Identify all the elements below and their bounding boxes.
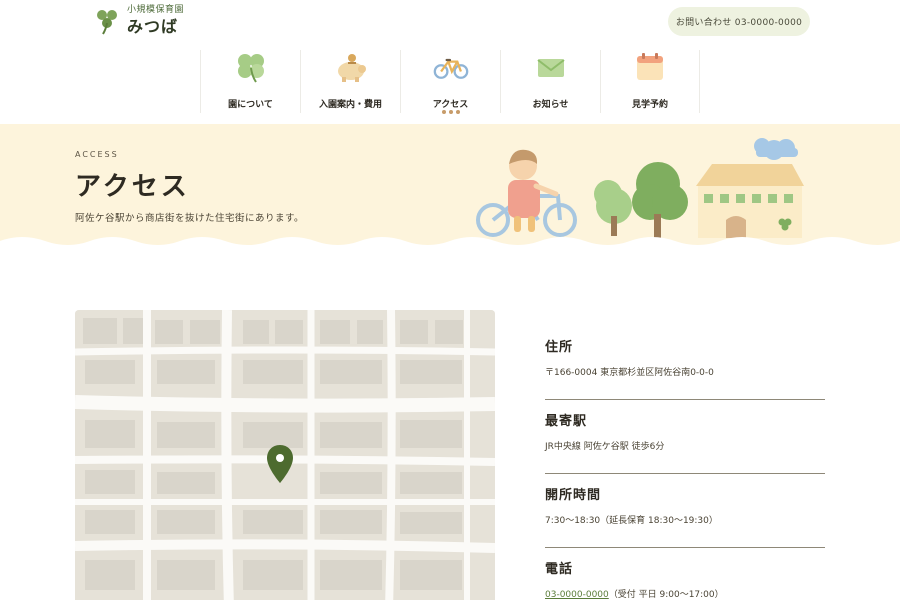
nav-item-admission[interactable]: 入園案内・費用 bbox=[300, 50, 400, 113]
nav-label-admission: 入園案内・費用 bbox=[318, 100, 382, 110]
nav-item-news[interactable]: お知らせ bbox=[500, 50, 600, 113]
address-text: 〒166-0004 東京都杉並区阿佐谷南0-0-0 bbox=[545, 368, 714, 378]
info-address: 住所 〒166-0004 東京都杉並区阿佐谷南0-0-0 bbox=[545, 326, 825, 400]
phone-heading: 電話 bbox=[545, 562, 574, 577]
calendar-icon bbox=[632, 50, 668, 84]
nav-label-about: 園について bbox=[228, 100, 273, 110]
station-heading: 最寄駅 bbox=[545, 414, 588, 429]
address-heading: 住所 bbox=[545, 340, 574, 355]
hero-illustration bbox=[476, 138, 804, 238]
contact-button[interactable]: お問い合わせ 03-0000-0000 bbox=[668, 7, 810, 36]
nav-item-tour[interactable]: 見学予約 bbox=[600, 50, 700, 113]
page-title: アクセス bbox=[75, 172, 190, 202]
info-station: 最寄駅 JR中央線 阿佐ケ谷駅 徒歩6分 bbox=[545, 400, 825, 474]
nav-label-access: アクセス bbox=[432, 100, 469, 110]
hours-heading: 開所時間 bbox=[545, 488, 602, 503]
phone-text: 03-0000-0000（受付 平日 9:00〜17:00） bbox=[545, 587, 724, 600]
station-text: JR中央線 阿佐ケ谷駅 徒歩6分 bbox=[545, 442, 665, 452]
access-info: 住所 〒166-0004 東京都杉並区阿佐谷南0-0-0 最寄駅 JR中央線 阿… bbox=[545, 326, 825, 600]
clover-icon bbox=[233, 50, 269, 84]
hero-lead: 阿佐ケ谷駅から商店街を抜けた住宅街にあります。 bbox=[75, 213, 305, 224]
nav-item-about[interactable]: 園について bbox=[200, 50, 300, 113]
page-hero: ACCESS アクセス 阿佐ケ谷駅から商店街を抜けた住宅街にあります。 bbox=[0, 124, 900, 246]
envelope-icon bbox=[533, 50, 569, 84]
hours-text: 7:30〜18:30（延長保育 18:30〜19:30） bbox=[545, 516, 718, 526]
info-hours: 開所時間 7:30〜18:30（延長保育 18:30〜19:30） bbox=[545, 474, 825, 548]
active-indicator bbox=[441, 110, 460, 114]
site-logo[interactable]: 小規模保育園 みつば bbox=[95, 6, 184, 35]
info-phone: 電話 03-0000-0000（受付 平日 9:00〜17:00） bbox=[545, 548, 825, 600]
bicycle-icon bbox=[433, 50, 469, 84]
nav-label-news: お知らせ bbox=[532, 100, 569, 110]
phone-link[interactable]: 03-0000-0000 bbox=[545, 590, 609, 600]
access-map[interactable] bbox=[75, 310, 495, 600]
piggy-bank-icon bbox=[333, 50, 369, 84]
nav-label-tour: 見学予約 bbox=[631, 100, 668, 110]
clover-logo-icon bbox=[97, 9, 117, 35]
hero-wave-divider bbox=[0, 237, 900, 246]
nav-item-access[interactable]: アクセス bbox=[400, 50, 500, 114]
logo-subtitle: 小規模保育園 bbox=[127, 5, 185, 15]
global-nav: 園について 入園案内・費用 アクセス お知らせ 見学予約 bbox=[200, 50, 700, 114]
phone-note: （受付 平日 9:00〜17:00） bbox=[608, 590, 724, 600]
hero-eyebrow: ACCESS bbox=[75, 150, 119, 159]
location-pin-icon bbox=[267, 445, 293, 483]
logo-name: みつば bbox=[127, 17, 179, 36]
